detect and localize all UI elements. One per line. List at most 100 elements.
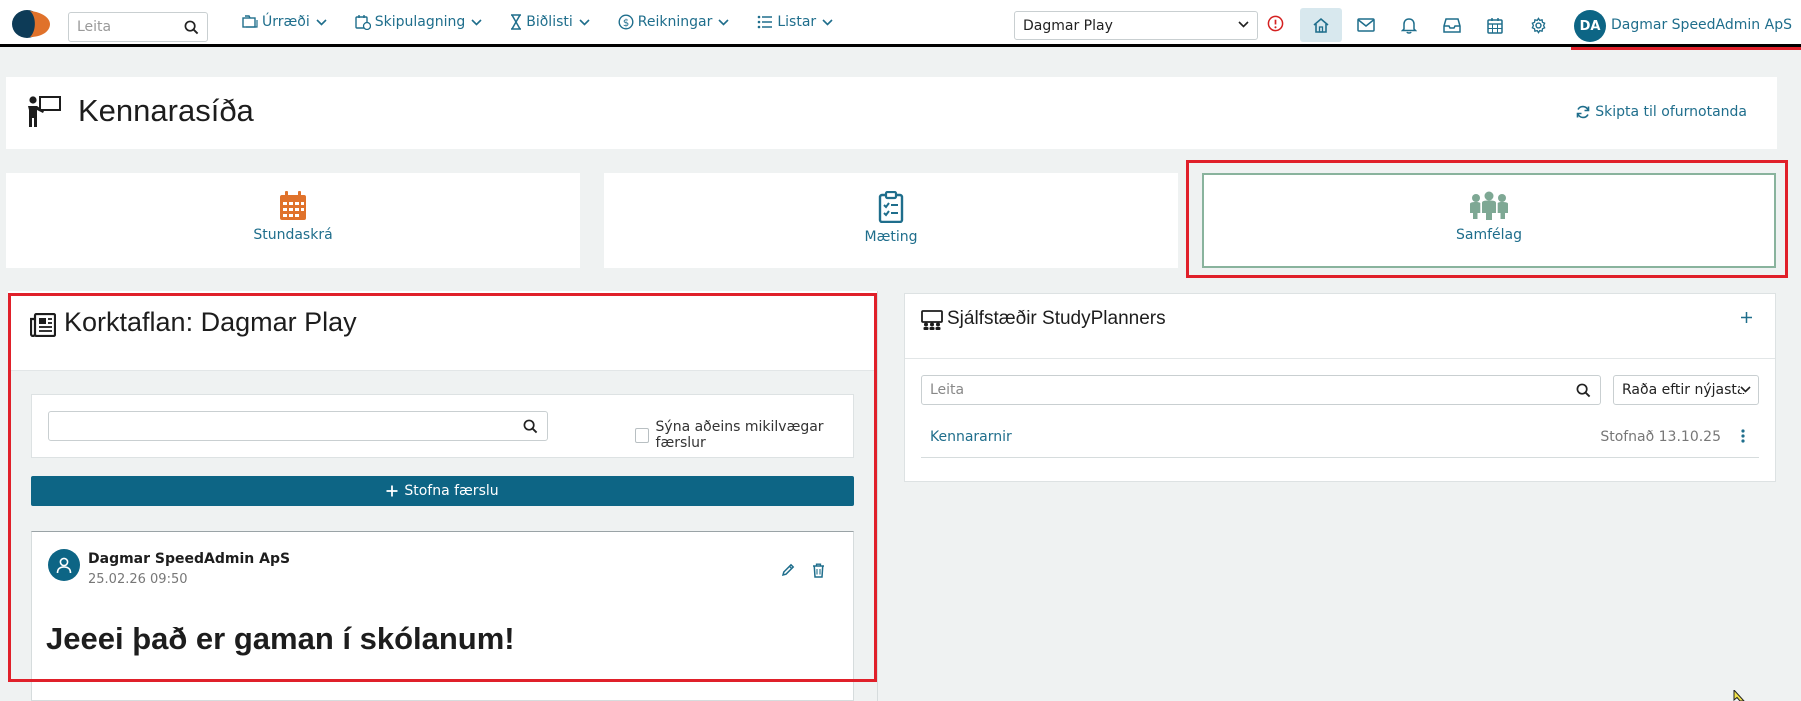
- switch-to-superuser-link[interactable]: Skipta til ofurnotanda: [1576, 104, 1747, 120]
- app-logo[interactable]: [10, 8, 50, 40]
- post-card: Dagmar SpeedAdmin ApS 25.02.26 09:50 Jee…: [31, 531, 854, 701]
- corkboard-filter-box: Sýna aðeins mikilvægar færslur: [31, 394, 854, 458]
- teacher-board-icon: [26, 94, 62, 128]
- envelope-icon: [1357, 18, 1375, 32]
- menu-item-label: Úrræði: [262, 14, 310, 30]
- corkboard-search: [48, 411, 548, 441]
- sort-select-value: Raða eftir nýjasta: [1622, 382, 1746, 398]
- studyplanners-title: Sjálfstæðir StudyPlanners: [947, 308, 1166, 329]
- studyplanner-name-link[interactable]: Kennararnir: [930, 429, 1012, 445]
- important-only-checkbox[interactable]: Sýna aðeins mikilvægar færslur: [635, 419, 853, 451]
- post-author-avatar: [48, 549, 80, 581]
- page-header: Kennarasíða Skipta til ofurnotanda: [6, 77, 1777, 149]
- studyplanners-panel: Sjálfstæðir StudyPlanners Raða eftir nýj…: [904, 293, 1776, 482]
- calendar-clock-icon: [355, 14, 371, 30]
- alert-info-icon[interactable]: [1267, 15, 1284, 32]
- checkbox-box[interactable]: [635, 427, 649, 443]
- global-search: [68, 12, 208, 42]
- switch-link-label: Skipta til ofurnotanda: [1595, 104, 1747, 120]
- chevron-down-icon: [1238, 21, 1249, 28]
- top-navigation-bar: Úrræði Skipulagning Biðlisti $ Reikninga…: [0, 0, 1801, 47]
- mouse-cursor-icon: [1733, 690, 1745, 701]
- tile-samfelag[interactable]: Samfélag: [1202, 173, 1776, 268]
- newspaper-icon: [30, 313, 56, 337]
- menu-item-reikningar[interactable]: $ Reikningar: [618, 14, 730, 30]
- tile-stundaskra[interactable]: Stundaskrá: [6, 173, 580, 268]
- post-author: Dagmar SpeedAdmin ApS: [88, 551, 291, 567]
- clipboard-check-icon: [878, 191, 904, 223]
- settings-button[interactable]: [1517, 8, 1559, 42]
- corkboard-title: Korktaflan: Dagmar Play: [64, 307, 357, 337]
- sort-select[interactable]: Raða eftir nýjasta: [1613, 375, 1759, 405]
- plus-icon[interactable]: [1740, 311, 1753, 324]
- school-select[interactable]: Dagmar Play: [1014, 11, 1258, 40]
- studyplanner-created-date: Stofnað 13.10.25: [1600, 429, 1721, 445]
- tile-label: Samfélag: [1455, 227, 1522, 243]
- studyplanners-search-input[interactable]: [922, 376, 1562, 404]
- user-avatar[interactable]: DA: [1574, 10, 1606, 42]
- gear-icon: [1530, 16, 1547, 34]
- home-icon: [1312, 17, 1330, 34]
- menu-item-bidlisti[interactable]: Biðlisti: [510, 14, 590, 30]
- chevron-down-icon: [471, 18, 482, 26]
- user-icon: [55, 556, 73, 574]
- chevron-down-icon: [579, 18, 590, 26]
- corkboard-search-input[interactable]: [49, 412, 509, 440]
- menu-item-label: Reikningar: [637, 14, 713, 30]
- user-menu[interactable]: Dagmar SpeedAdmin ApS: [1611, 17, 1796, 33]
- tile-maeting[interactable]: Mæting: [604, 173, 1178, 268]
- trash-icon[interactable]: [812, 563, 825, 578]
- global-search-input[interactable]: [69, 19, 173, 35]
- main-menu: Úrræði Skipulagning Biðlisti $ Reikninga…: [242, 14, 861, 30]
- chevron-down-icon: [1740, 386, 1751, 393]
- inbox-icon: [1443, 17, 1461, 33]
- kebab-menu-icon[interactable]: [1741, 429, 1745, 443]
- calendar-icon: [1487, 17, 1503, 34]
- menu-item-label: Listar: [777, 14, 817, 30]
- menu-item-label: Biðlisti: [526, 14, 573, 30]
- page-title: Kennarasíða: [78, 93, 254, 128]
- community-icon: [1468, 191, 1510, 221]
- home-button[interactable]: [1300, 8, 1342, 42]
- menu-item-urraedi[interactable]: Úrræði: [242, 14, 327, 30]
- important-only-label: Sýna aðeins mikilvægar færslur: [655, 419, 824, 451]
- create-post-button[interactable]: Stofna færslu: [31, 476, 854, 506]
- calendar-button[interactable]: [1474, 8, 1516, 42]
- search-icon[interactable]: [1576, 383, 1591, 398]
- topbar-highlight-line: [1571, 47, 1801, 50]
- chevron-down-icon: [718, 18, 729, 26]
- studyplanners-header: Sjálfstæðir StudyPlanners: [905, 294, 1775, 359]
- messages-button[interactable]: [1345, 8, 1387, 42]
- corkboard-panel: Korktaflan: Dagmar Play Sýna aðeins miki…: [8, 291, 878, 701]
- post-text: Jeeei það er gaman í skólanum!: [46, 621, 515, 656]
- school-select-value: Dagmar Play: [1023, 17, 1113, 34]
- svg-text:$: $: [623, 18, 629, 29]
- tile-label: Stundaskrá: [253, 227, 333, 243]
- list-icon: [757, 15, 773, 29]
- corkboard-header: Korktaflan: Dagmar Play: [8, 291, 877, 371]
- refresh-icon: [1576, 105, 1590, 119]
- studyplanners-search: [921, 375, 1601, 405]
- list-item: Kennararnir Stofnað 13.10.25: [921, 416, 1759, 458]
- chevron-down-icon: [822, 18, 833, 26]
- create-post-label: Stofna færslu: [404, 483, 499, 499]
- notifications-button[interactable]: [1388, 8, 1430, 42]
- menu-item-label: Skipulagning: [374, 14, 466, 30]
- dollar-circle-icon: $: [618, 14, 634, 30]
- menu-item-skipulagning[interactable]: Skipulagning: [355, 14, 483, 30]
- search-icon[interactable]: [523, 419, 538, 434]
- inbox-button[interactable]: [1431, 8, 1473, 42]
- presentation-group-icon: [921, 310, 943, 330]
- plus-icon: [386, 485, 398, 497]
- pencil-icon[interactable]: [781, 563, 795, 577]
- post-date: 25.02.26 09:50: [88, 572, 188, 587]
- search-icon[interactable]: [184, 20, 199, 35]
- corkboard-body: Sýna aðeins mikilvægar færslur Stofna fæ…: [8, 371, 877, 701]
- folders-icon: [242, 15, 258, 29]
- tile-label: Mæting: [864, 229, 918, 245]
- menu-item-listar[interactable]: Listar: [757, 14, 833, 30]
- bell-icon: [1401, 17, 1417, 34]
- chevron-down-icon: [316, 18, 327, 26]
- calendar-icon: [279, 191, 307, 221]
- hourglass-icon: [510, 14, 522, 30]
